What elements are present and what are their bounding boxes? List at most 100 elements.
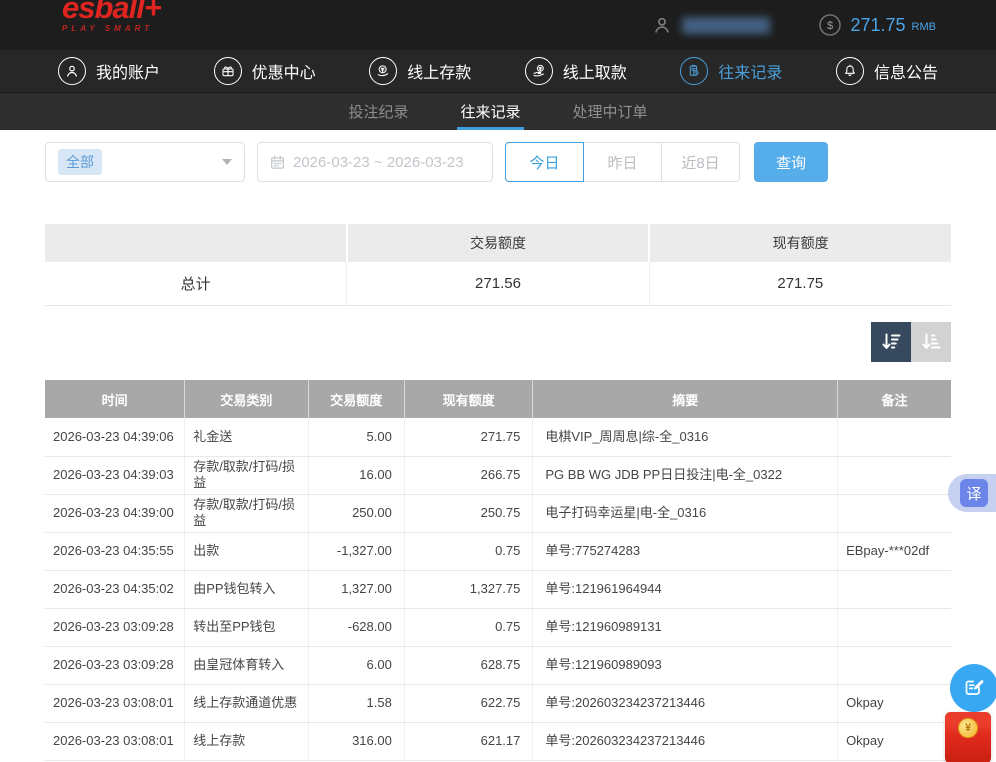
cell-balance: 266.75 (404, 456, 533, 494)
quick-date-button-0[interactable]: 今日 (505, 142, 584, 182)
withdraw-icon (525, 57, 553, 85)
date-range-value: 2026-03-23 ~ 2026-03-23 (293, 154, 464, 171)
balance-currency: RMB (912, 18, 936, 33)
cell-time: 2026-03-23 04:39:06 (45, 418, 185, 456)
username-blurred[interactable] (682, 17, 770, 34)
main-nav: 我的账户 优惠中心 线上存款 线上取款 往来记录 信息公告 (0, 50, 996, 92)
cell-amount: 6.00 (308, 646, 404, 684)
cell-type: 存款/取款/打码/损益 (185, 456, 308, 494)
query-button[interactable]: 查询 (754, 142, 828, 182)
cell-time: 2026-03-23 04:39:00 (45, 494, 185, 532)
cell-remark (838, 646, 951, 684)
cell-time: 2026-03-23 04:35:55 (45, 532, 185, 570)
cell-balance: 0.75 (404, 608, 533, 646)
summary-table: 交易额度 现有额度 总计 271.56 271.75 (45, 224, 951, 306)
quick-date-button-1[interactable]: 昨日 (583, 142, 662, 182)
page: esball+ PLAY SMART $ 271.75 RMB 我的账户 优惠中心… (0, 0, 996, 762)
nav-item-deposit[interactable]: 线上存款 (369, 57, 471, 85)
cell-amount: 1.58 (308, 684, 404, 722)
records-icon (680, 57, 708, 85)
cell-remark (838, 570, 951, 608)
nav-item-bell[interactable]: 信息公告 (836, 57, 938, 85)
cell-balance: 621.17 (404, 722, 533, 760)
table-row: 2026-03-23 03:08:01线上存款316.00621.17单号:20… (45, 722, 951, 760)
balance[interactable]: $ 271.75 RMB (818, 13, 936, 37)
gift-icon (214, 57, 242, 85)
type-filter-dropdown[interactable]: 全部 (45, 142, 245, 182)
cell-balance: 628.75 (404, 646, 533, 684)
table-row: 2026-03-23 04:35:02由PP钱包转入1,327.001,327.… (45, 570, 951, 608)
note-pencil-icon (962, 676, 986, 700)
nav-item-gift[interactable]: 优惠中心 (214, 57, 316, 85)
quick-date-button-2[interactable]: 近8日 (661, 142, 740, 182)
table-row: 2026-03-23 04:39:06礼金送5.00271.75电棋VIP_周周… (45, 418, 951, 456)
translate-button[interactable]: 译 (948, 474, 996, 512)
summary-total-row: 总计 271.56 271.75 (45, 262, 951, 306)
summary-transaction-total: 271.56 (347, 262, 649, 305)
cell-summary: 单号:121960989131 (533, 608, 838, 646)
cell-type: 线上存款 (185, 722, 308, 760)
cell-remark (838, 608, 951, 646)
gold-coin-icon: ¥ (958, 718, 978, 738)
svg-text:$: $ (827, 20, 833, 32)
subnav-tab-2[interactable]: 处理中订单 (570, 93, 651, 130)
summary-header-balance: 现有额度 (650, 224, 951, 262)
cell-amount: -1,327.00 (308, 532, 404, 570)
date-range-input[interactable]: 2026-03-23 ~ 2026-03-23 (257, 142, 493, 182)
cell-summary: 单号:775274283 (533, 532, 838, 570)
nav-item-records[interactable]: 往来记录 (680, 57, 782, 85)
content: 全部 2026-03-23 ~ 2026-03-23 今日昨日近8日 查询 交易… (0, 142, 996, 761)
logo-tagline: PLAY SMART (62, 24, 161, 33)
cell-time: 2026-03-23 03:08:01 (45, 684, 185, 722)
nav-item-withdraw[interactable]: 线上取款 (525, 57, 627, 85)
feedback-button[interactable] (950, 664, 996, 712)
red-packet-button[interactable]: ¥ (945, 712, 991, 762)
cell-remark: Okpay (838, 722, 951, 760)
column-header-time: 时间 (45, 380, 185, 418)
cell-balance: 1,327.75 (404, 570, 533, 608)
user-account[interactable] (651, 14, 770, 36)
nav-item-label: 线上存款 (407, 59, 471, 83)
cell-amount: 1,327.00 (308, 570, 404, 608)
type-filter-value: 全部 (58, 149, 102, 175)
subnav-tab-0[interactable]: 投注纪录 (345, 93, 411, 130)
top-bar: esball+ PLAY SMART $ 271.75 RMB (0, 0, 996, 50)
cell-time: 2026-03-23 04:35:02 (45, 570, 185, 608)
dollar-circle-icon: $ (818, 13, 842, 37)
cell-balance: 0.75 (404, 532, 533, 570)
cell-type: 由PP钱包转入 (185, 570, 308, 608)
cell-summary: 单号:121961964944 (533, 570, 838, 608)
cell-balance: 622.75 (404, 684, 533, 722)
calendar-icon (270, 155, 285, 170)
summary-header-empty (45, 224, 348, 262)
cell-amount: 16.00 (308, 456, 404, 494)
subnav-tab-1[interactable]: 往来记录 (457, 93, 523, 130)
nav-item-label: 线上取款 (563, 59, 627, 83)
nav-item-user[interactable]: 我的账户 (58, 57, 160, 85)
cell-summary: 单号:202603234237213446 (533, 684, 838, 722)
logo[interactable]: esball+ PLAY SMART (62, 0, 161, 50)
cell-amount: 316.00 (308, 722, 404, 760)
nav-item-label: 信息公告 (874, 59, 938, 83)
cell-remark: EBpay-***02df (838, 532, 951, 570)
sort-controls (45, 322, 951, 362)
bell-icon (836, 57, 864, 85)
sort-descending-icon (880, 331, 902, 353)
records-header-row: 时间交易类别交易额度现有额度摘要备注 (45, 380, 951, 418)
sort-descending-button[interactable] (871, 322, 911, 362)
column-header-summary: 摘要 (533, 380, 838, 418)
cell-amount: -628.00 (308, 608, 404, 646)
sort-ascending-button[interactable] (911, 322, 951, 362)
user-icon (58, 57, 86, 85)
table-row: 2026-03-23 03:08:01线上存款通道优惠1.58622.75单号:… (45, 684, 951, 722)
cell-time: 2026-03-23 03:09:28 (45, 646, 185, 684)
summary-balance-total: 271.75 (650, 262, 951, 305)
summary-header-row: 交易额度 现有额度 (45, 224, 951, 262)
table-row: 2026-03-23 04:39:03存款/取款/打码/损益16.00266.7… (45, 456, 951, 494)
logo-text: esball+ (62, 0, 161, 23)
cell-time: 2026-03-23 03:08:01 (45, 722, 185, 760)
cell-summary: 单号:121960989093 (533, 646, 838, 684)
cell-remark (838, 456, 951, 494)
user-avatar-icon (651, 14, 673, 36)
cell-type: 转出至PP钱包 (185, 608, 308, 646)
